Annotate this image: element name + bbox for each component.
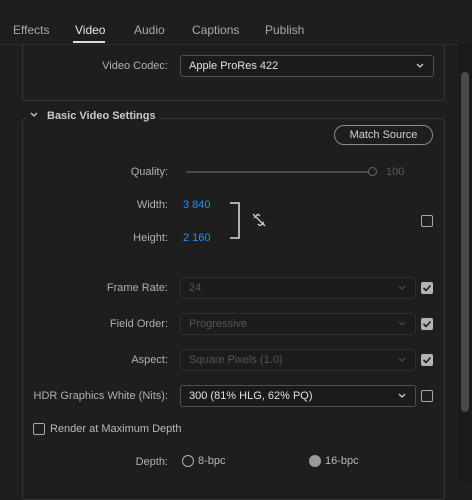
field-order-dropdown[interactable]: Progressive [180,313,416,335]
chevron-down-icon [398,321,406,326]
depth-8bpc-label[interactable]: 8-bpc [198,455,226,467]
aspect-value: Square Pixels (1.0) [189,354,283,366]
frame-rate-value: 24 [189,282,202,294]
depth-16bpc-radio[interactable] [309,455,321,467]
chevron-down-icon [398,285,406,290]
frame-rate-label: Frame Rate: [106,282,168,294]
render-max-depth-label[interactable]: Render at Maximum Depth [50,423,181,435]
checkmark-icon [422,284,432,292]
active-tab-indicator [73,41,105,43]
height-label: Height: [133,232,168,244]
quality-slider-track[interactable] [186,171,370,173]
aspect-bracket [230,202,240,239]
checkmark-icon [422,356,432,364]
width-value[interactable]: 3 840 [183,199,211,211]
video-codec-value: Apple ProRes 422 [189,60,279,72]
tab-video[interactable]: Video [75,23,105,37]
video-codec-label: Video Codec: [102,60,168,72]
field-order-checkbox[interactable] [421,318,433,330]
frame-rate-dropdown[interactable]: 24 [180,277,416,299]
frame-rate-checkbox[interactable] [421,282,433,294]
width-label: Width: [136,199,168,211]
quality-value: 100 [386,166,405,178]
section-title: Basic Video Settings [47,110,156,122]
field-order-label: Field Order: [109,318,168,330]
unlink-chain-icon[interactable] [251,212,267,228]
depth-label: Depth: [135,456,168,468]
hdr-graphics-white-checkbox[interactable] [421,390,433,402]
basic-video-settings-header[interactable]: Basic Video Settings [27,110,160,122]
resize-checkbox[interactable] [421,215,433,227]
quality-slider-thumb[interactable] [368,167,377,176]
quality-label: Quality: [130,166,168,178]
aspect-dropdown[interactable]: Square Pixels (1.0) [180,349,416,371]
render-max-depth-checkbox[interactable] [33,423,45,435]
chevron-down-icon [398,357,406,362]
chevron-down-icon[interactable] [29,110,39,120]
tab-publish[interactable]: Publish [265,23,304,37]
hdr-graphics-white-value: 300 (81% HLG, 62% PQ) [189,390,313,402]
aspect-label: Aspect: [131,354,168,366]
hdr-graphics-white-dropdown[interactable]: 300 (81% HLG, 62% PQ) [180,385,416,407]
tab-effects[interactable]: Effects [13,23,49,37]
field-order-value: Progressive [189,318,248,330]
hdr-graphics-white-label: HDR Graphics White (Nits): [33,390,168,402]
chevron-down-icon [416,63,424,68]
chevron-down-icon [398,393,406,398]
depth-16bpc-label[interactable]: 16-bpc [325,455,359,467]
aspect-checkbox[interactable] [421,354,433,366]
tab-captions[interactable]: Captions [192,23,239,37]
depth-8bpc-radio[interactable] [182,455,194,467]
checkmark-icon [422,320,432,328]
scrollbar-thumb[interactable] [461,72,469,412]
height-value[interactable]: 2 160 [183,232,211,244]
tab-audio[interactable]: Audio [134,23,165,37]
video-codec-dropdown[interactable]: Apple ProRes 422 [180,55,434,77]
match-source-button[interactable]: Match Source [334,125,433,145]
